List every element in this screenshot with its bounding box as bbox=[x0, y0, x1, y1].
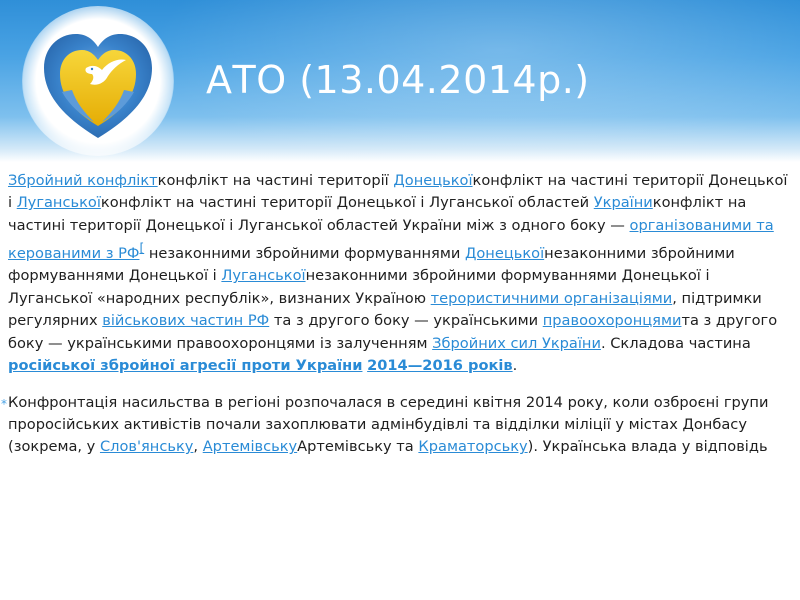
text-segment: конфлікт на частині території Донецької … bbox=[100, 194, 594, 212]
text-segment: , bbox=[193, 438, 203, 456]
link-kramatorsk[interactable]: Краматорську bbox=[418, 438, 527, 455]
link-terrorist-organizations[interactable]: терористичними організаціями bbox=[431, 290, 673, 307]
logo bbox=[22, 6, 174, 156]
text-segment: Артемівську та bbox=[297, 438, 419, 456]
link-luhansk-2[interactable]: Луганської bbox=[221, 267, 305, 284]
slide-body: Збройний конфліктконфлікт на частині тер… bbox=[1, 170, 794, 459]
link-2014-2016-years[interactable]: 2014—2016 років bbox=[367, 357, 513, 374]
link-donetsk[interactable]: Донецької bbox=[393, 172, 472, 189]
link-luhansk[interactable]: Луганської bbox=[17, 194, 101, 211]
link-russian-aggression[interactable]: російської збройної агресії проти Україн… bbox=[8, 357, 362, 374]
text-segment: . bbox=[512, 357, 518, 375]
link-artemivsk[interactable]: Артемівську bbox=[203, 438, 297, 455]
bullet-icon: * bbox=[1, 396, 7, 411]
link-armed-forces-ukraine[interactable]: Збройних сил України bbox=[432, 335, 601, 352]
link-rf-military-units[interactable]: військових частин РФ bbox=[102, 312, 269, 329]
slide-title: АТО (13.04.2014р.) bbox=[206, 58, 590, 102]
link-law-enforcement[interactable]: правоохоронцями bbox=[543, 312, 682, 329]
link-armed-conflict[interactable]: Збройний конфлікт bbox=[8, 172, 158, 189]
text-segment: та з другого боку — українськими bbox=[269, 312, 543, 330]
link-sloviansk[interactable]: Слов'янську bbox=[100, 438, 193, 455]
text-segment: незаконними збройними формуваннями bbox=[144, 245, 465, 263]
text-segment: . Складова частина bbox=[600, 334, 751, 352]
link-donetsk-2[interactable]: Донецької bbox=[465, 245, 544, 262]
link-ukraine[interactable]: України bbox=[594, 194, 653, 211]
text-segment: ). Українська влада у відповідь bbox=[527, 438, 768, 456]
paragraph-secondary: * Конфронтація насильства в регіоні розпо… bbox=[1, 392, 794, 459]
paragraph-main: Збройний конфліктконфлікт на частині тер… bbox=[8, 170, 794, 378]
heart-dove-icon bbox=[44, 34, 152, 138]
text-segment: конфлікт на частині території bbox=[157, 172, 394, 189]
slide-header: АТО (13.04.2014р.) bbox=[0, 0, 800, 162]
